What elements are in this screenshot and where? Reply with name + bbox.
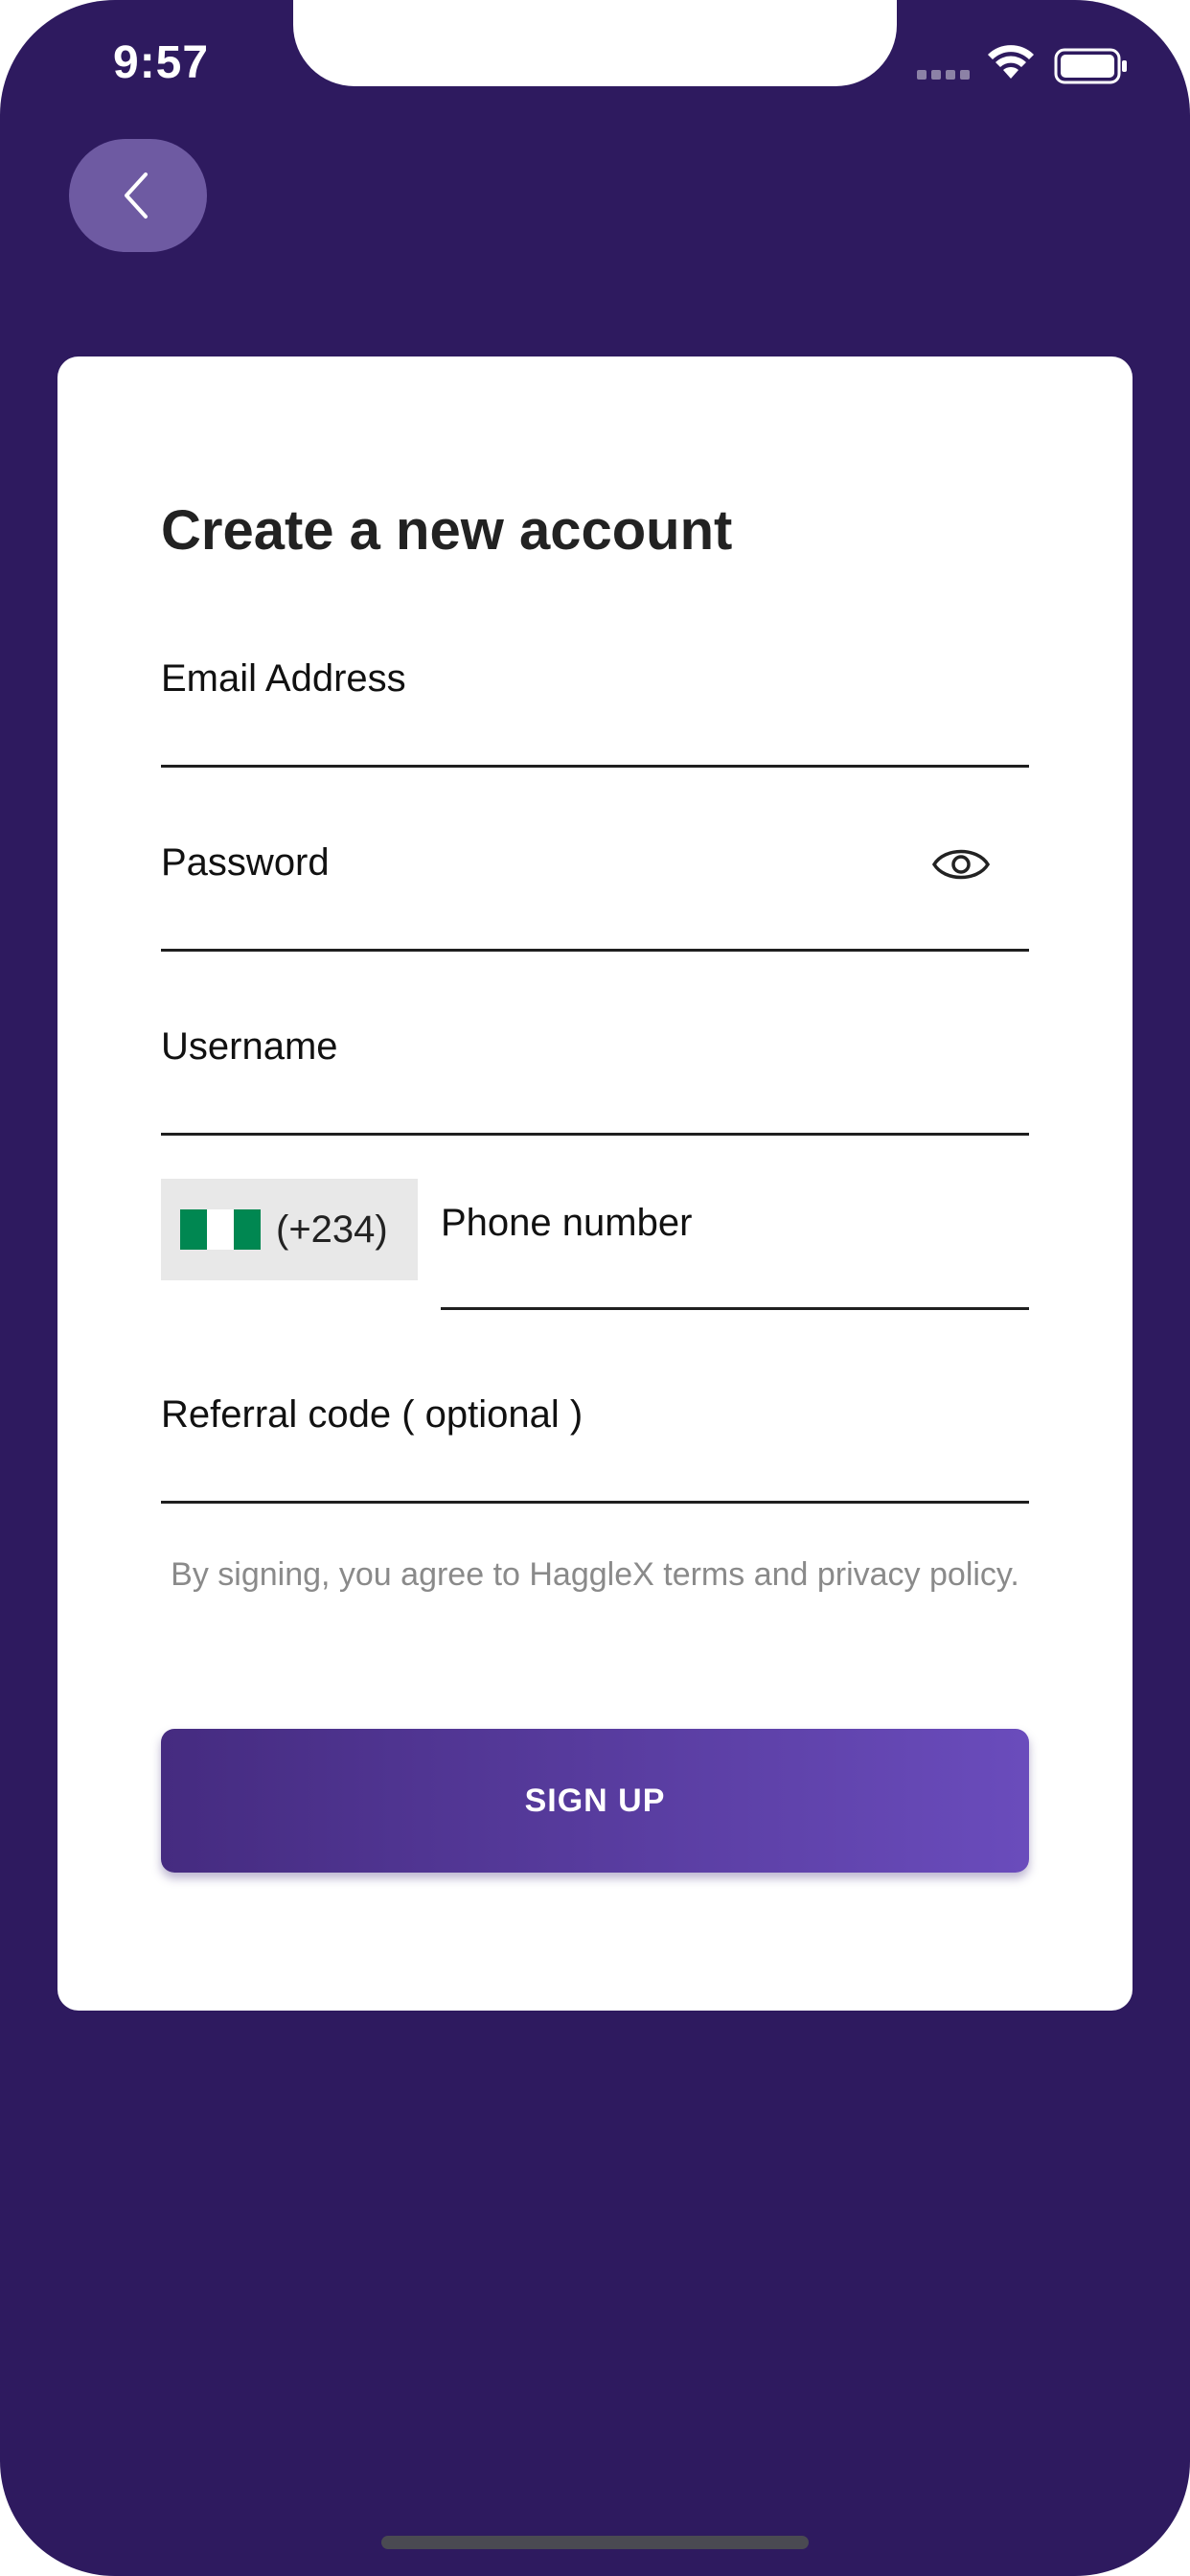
page-title: Create a new account — [161, 499, 733, 562]
phone-screen: 9:57 Create a new account Email Address … — [0, 0, 1190, 2576]
chevron-left-icon — [125, 172, 148, 218]
terms-text[interactable]: By signing, you agree to HaggleX terms a… — [161, 1552, 1029, 1597]
email-label: Email Address — [161, 657, 406, 700]
wifi-icon — [988, 45, 1034, 79]
notch — [293, 0, 897, 86]
username-field[interactable]: Username — [161, 1025, 1029, 1136]
battery-icon — [1054, 48, 1127, 84]
password-label: Password — [161, 841, 330, 884]
email-field[interactable]: Email Address — [161, 657, 1029, 768]
referral-label: Referral code ( optional ) — [161, 1393, 584, 1436]
phone-label: Phone number — [441, 1202, 693, 1244]
sign-up-button[interactable]: SIGN UP — [161, 1729, 1029, 1873]
eye-icon[interactable] — [931, 843, 991, 886]
back-button[interactable] — [69, 139, 207, 252]
nigeria-flag-icon — [180, 1209, 261, 1250]
country-code: (+234) — [276, 1208, 388, 1251]
referral-code-field[interactable]: Referral code ( optional ) — [161, 1393, 1029, 1504]
signal-icon — [917, 70, 970, 80]
status-time: 9:57 — [113, 37, 210, 88]
phone-number-field[interactable]: Phone number — [441, 1202, 1029, 1310]
home-indicator[interactable] — [381, 2536, 809, 2549]
password-field[interactable]: Password — [161, 841, 1029, 952]
country-code-selector[interactable]: (+234) — [161, 1179, 418, 1280]
signup-card: Create a new account Email Address Passw… — [57, 356, 1133, 2011]
username-label: Username — [161, 1025, 338, 1068]
